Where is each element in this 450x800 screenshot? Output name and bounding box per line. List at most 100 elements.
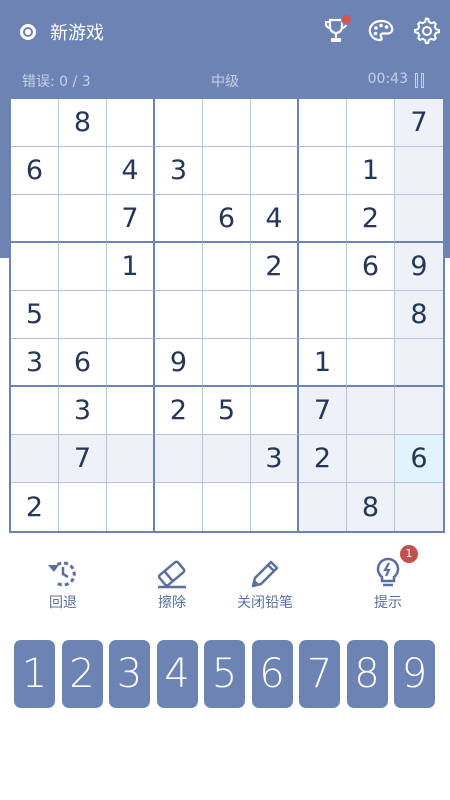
board-cell[interactable] <box>59 147 107 195</box>
board-cell[interactable] <box>347 387 395 435</box>
board-cell[interactable]: 1 <box>347 147 395 195</box>
board-cell[interactable] <box>155 483 203 531</box>
number-pad: 123456789 <box>14 640 438 708</box>
new-game-button[interactable]: 新游戏 <box>20 18 104 46</box>
board-cell[interactable] <box>299 195 347 243</box>
board-cell[interactable] <box>11 435 59 483</box>
board-cell[interactable] <box>11 99 59 147</box>
board-cell[interactable] <box>59 483 107 531</box>
board-cell[interactable]: 4 <box>107 147 155 195</box>
board-cell[interactable] <box>107 483 155 531</box>
number-key[interactable]: 9 <box>394 640 435 708</box>
board-cell[interactable] <box>395 387 443 435</box>
board-cell[interactable] <box>203 243 251 291</box>
board-cell[interactable]: 1 <box>299 339 347 387</box>
board-cell[interactable] <box>347 339 395 387</box>
board-cell[interactable] <box>299 147 347 195</box>
board-cell[interactable] <box>203 435 251 483</box>
board-cell[interactable] <box>395 339 443 387</box>
board-cell[interactable] <box>347 291 395 339</box>
board-cell[interactable] <box>155 435 203 483</box>
board-cell[interactable] <box>59 291 107 339</box>
board-cell[interactable]: 2 <box>347 195 395 243</box>
board-cell[interactable]: 1 <box>107 243 155 291</box>
number-key[interactable]: 7 <box>299 640 340 708</box>
board-cell[interactable]: 6 <box>59 339 107 387</box>
number-key[interactable]: 6 <box>251 640 293 708</box>
board-cell[interactable]: 3 <box>155 147 203 195</box>
board-cell[interactable]: 6 <box>395 435 443 483</box>
board-cell[interactable]: 7 <box>107 195 155 243</box>
board-cell[interactable] <box>251 291 299 339</box>
board-cell[interactable]: 3 <box>59 387 107 435</box>
board-cell[interactable]: 7 <box>299 387 347 435</box>
board-cell[interactable] <box>203 339 251 387</box>
board-cell[interactable]: 6 <box>11 147 59 195</box>
board-cell[interactable] <box>11 195 59 243</box>
board-cell[interactable] <box>155 195 203 243</box>
board-cell[interactable] <box>59 243 107 291</box>
board-cell[interactable] <box>155 291 203 339</box>
board-cell[interactable] <box>299 291 347 339</box>
palette-icon[interactable] <box>366 16 394 46</box>
number-key[interactable]: 3 <box>109 640 150 708</box>
board-cell[interactable] <box>395 147 443 195</box>
board-cell[interactable]: 2 <box>251 243 299 291</box>
board-cell[interactable]: 9 <box>395 243 443 291</box>
number-key[interactable]: 1 <box>14 640 55 708</box>
board-cell[interactable] <box>59 195 107 243</box>
board-cell[interactable] <box>107 435 155 483</box>
board-cell[interactable]: 7 <box>59 435 107 483</box>
board-cell[interactable] <box>299 99 347 147</box>
board-cell[interactable] <box>203 99 251 147</box>
board-cell[interactable] <box>11 387 59 435</box>
board-cell[interactable] <box>347 435 395 483</box>
pencil-toggle-button[interactable]: 关闭铅笔 <box>220 556 310 616</box>
board-cell[interactable]: 2 <box>155 387 203 435</box>
board-cell[interactable] <box>107 99 155 147</box>
board-cell[interactable] <box>107 387 155 435</box>
board-cell[interactable]: 3 <box>11 339 59 387</box>
board-cell[interactable]: 9 <box>155 339 203 387</box>
board-cell[interactable] <box>251 339 299 387</box>
pause-icon[interactable] <box>414 73 426 88</box>
number-key[interactable]: 4 <box>156 640 198 708</box>
number-key[interactable]: 8 <box>346 640 388 708</box>
gear-icon[interactable] <box>412 16 440 46</box>
number-key[interactable]: 2 <box>61 640 103 708</box>
board-cell[interactable]: 8 <box>59 99 107 147</box>
board-cell[interactable]: 6 <box>203 195 251 243</box>
board-cell[interactable]: 5 <box>203 387 251 435</box>
board-cell[interactable]: 4 <box>251 195 299 243</box>
board-cell[interactable]: 5 <box>11 291 59 339</box>
board-cell[interactable] <box>251 147 299 195</box>
board-cell[interactable]: 6 <box>347 243 395 291</box>
board-cell[interactable] <box>107 339 155 387</box>
board-cell[interactable]: 2 <box>299 435 347 483</box>
board-cell[interactable] <box>395 195 443 243</box>
board-cell[interactable]: 8 <box>347 483 395 531</box>
board-cell[interactable] <box>107 291 155 339</box>
erase-button[interactable]: 擦除 <box>127 556 217 616</box>
board-cell[interactable] <box>155 243 203 291</box>
board-cell[interactable] <box>155 99 203 147</box>
board-cell[interactable] <box>203 147 251 195</box>
number-key[interactable]: 5 <box>204 640 245 708</box>
trophy-icon[interactable] <box>322 14 352 46</box>
board-cell[interactable] <box>203 291 251 339</box>
board-cell[interactable] <box>203 483 251 531</box>
board-cell[interactable] <box>251 99 299 147</box>
board-cell[interactable]: 3 <box>251 435 299 483</box>
board-cell[interactable] <box>299 483 347 531</box>
board-cell[interactable] <box>347 99 395 147</box>
hint-button[interactable]: 提示 1 <box>343 545 433 616</box>
board-cell[interactable]: 2 <box>11 483 59 531</box>
board-cell[interactable] <box>11 243 59 291</box>
board-cell[interactable]: 7 <box>395 99 443 147</box>
board-cell[interactable] <box>299 243 347 291</box>
undo-button[interactable]: 回退 <box>18 556 108 616</box>
board-cell[interactable]: 8 <box>395 291 443 339</box>
board-cell[interactable] <box>395 483 443 531</box>
board-cell[interactable] <box>251 387 299 435</box>
board-cell[interactable] <box>251 483 299 531</box>
